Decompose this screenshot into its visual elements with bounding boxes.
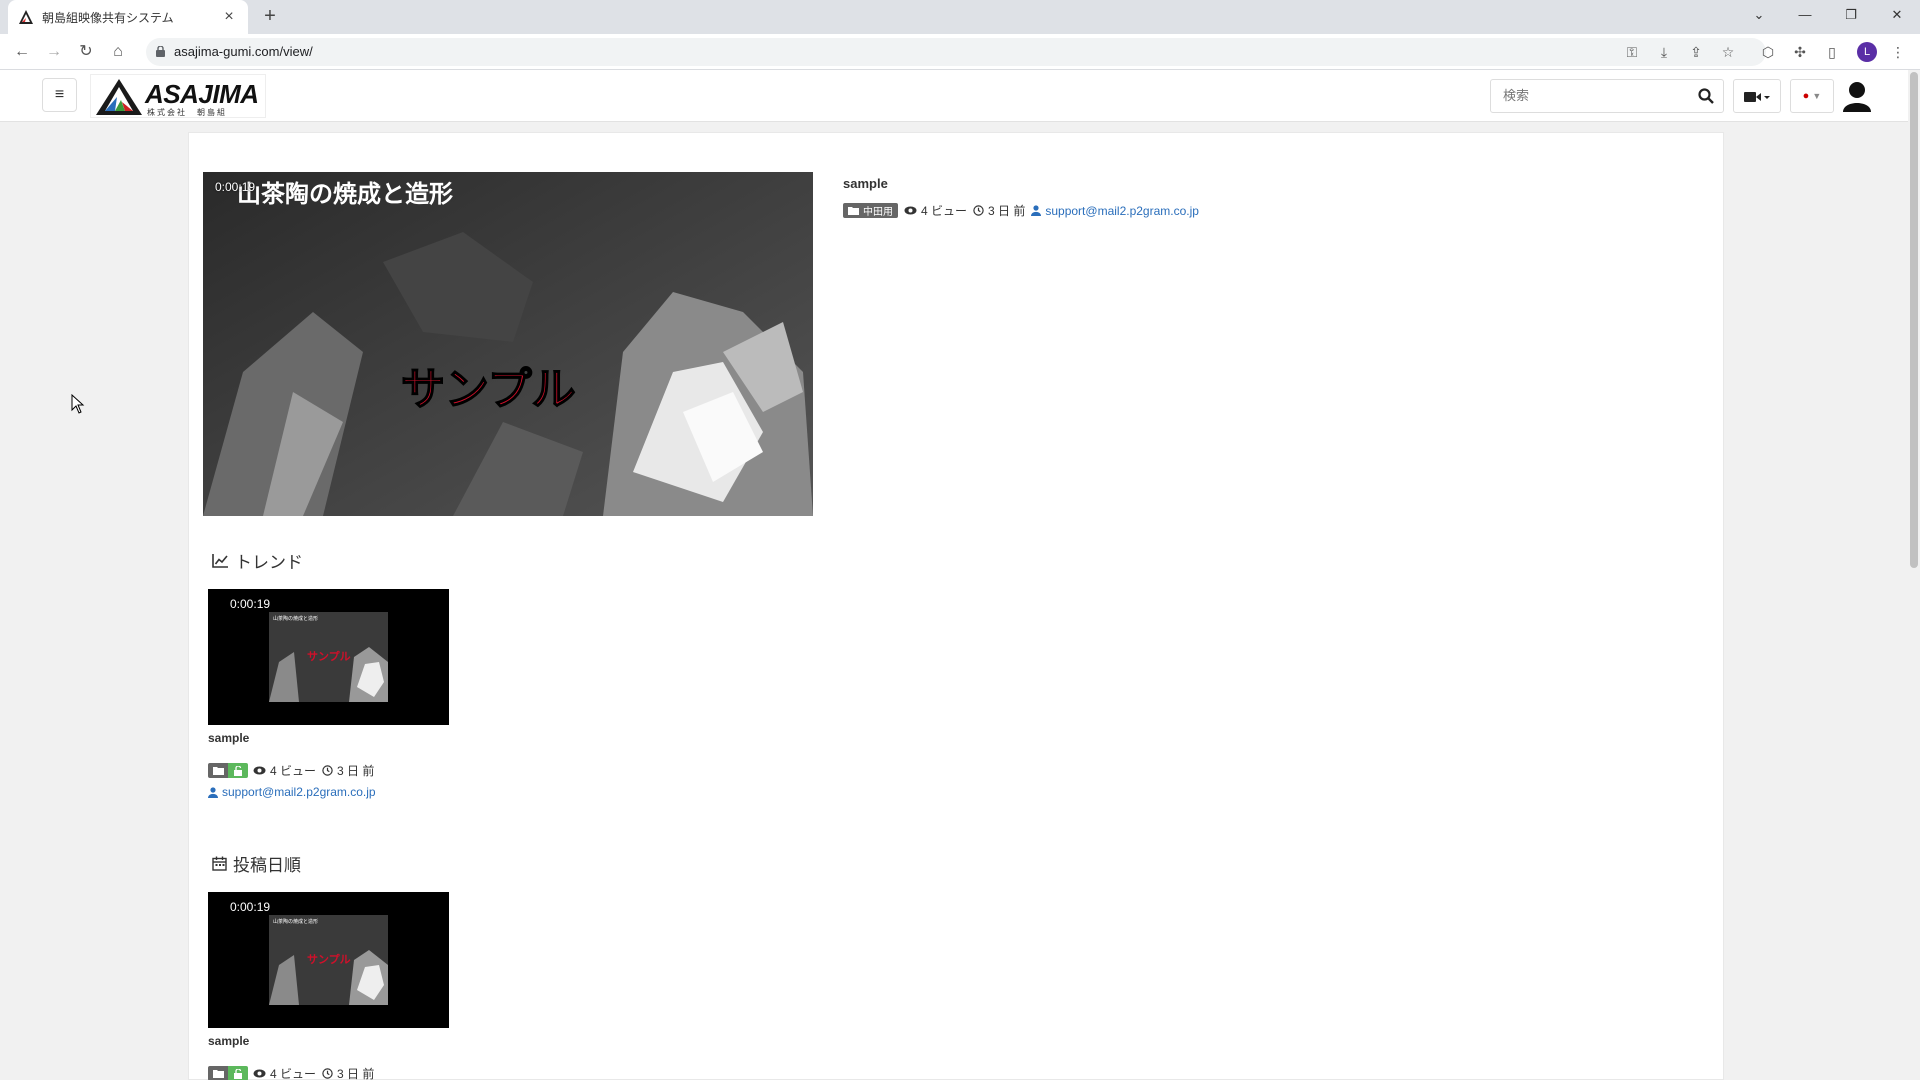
tab-close-icon[interactable]: × — [220, 8, 238, 26]
status-badges — [208, 763, 248, 778]
upload-age: 3 日 前 — [337, 1067, 375, 1080]
upload-age: 3 日 前 — [337, 764, 375, 778]
recent-video-thumbnail[interactable]: 0:00:19 山茶陶の焼成と造形 サンプル — [208, 892, 449, 1028]
category-label: 中田用 — [863, 207, 893, 218]
browser-menu-icon[interactable]: ⋮ — [1888, 41, 1908, 63]
svg-text:山茶陶の焼成と造形: 山茶陶の焼成と造形 — [273, 615, 318, 622]
eye-icon — [253, 1069, 266, 1078]
unlock-badge-icon — [228, 763, 248, 778]
category-badge[interactable]: 中田用 — [843, 203, 898, 218]
folder-badge-icon[interactable] — [208, 763, 228, 778]
home-icon[interactable]: ⌂ — [106, 40, 130, 64]
extension-shield-icon[interactable]: ⬡ — [1758, 41, 1778, 63]
minimize-icon[interactable]: — — [1782, 0, 1828, 30]
clock-icon — [322, 765, 333, 776]
share-icon[interactable]: ⇪ — [1686, 41, 1706, 63]
recent-heading-text: 投稿日順 — [233, 856, 301, 875]
recent-video-title[interactable]: sample — [208, 1034, 249, 1048]
tab-search-icon[interactable]: ⌄ — [1736, 0, 1782, 30]
scrollbar-thumb[interactable] — [1910, 72, 1918, 568]
author-link[interactable]: support@mail2.p2gram.co.jp — [222, 785, 376, 799]
featured-video-meta: 中田用 4 ビュー 3 日 前 support@mail2.p2gram.co.… — [843, 202, 1199, 219]
restore-icon[interactable]: ❐ — [1828, 0, 1874, 30]
new-tab-icon[interactable]: + — [258, 5, 282, 29]
video-upload-dropdown[interactable] — [1733, 79, 1781, 113]
tab-title: 朝島組映像共有システム — [42, 10, 174, 25]
caret-down-icon: ▼ — [1812, 91, 1822, 101]
folder-badge-icon[interactable] — [208, 1066, 228, 1080]
status-badges — [208, 1066, 248, 1080]
featured-video-thumbnail[interactable]: 山茶陶の焼成と造形 サンプル 0:00:19 — [203, 172, 813, 516]
trend-video-thumbnail[interactable]: 0:00:19 山茶陶の焼成と造形 サンプル — [208, 589, 449, 725]
trend-video-meta: 4 ビュー 3 日 前 — [208, 762, 374, 779]
install-icon[interactable]: ⤓ — [1654, 41, 1674, 63]
language-dropdown[interactable]: ● ▼ — [1790, 79, 1834, 113]
forward-icon[interactable]: → — [42, 40, 66, 64]
svg-text:サンプル: サンプル — [307, 952, 351, 966]
clock-icon — [973, 205, 984, 216]
trend-section-heading: トレンド — [212, 548, 303, 573]
featured-video-title[interactable]: sample — [843, 176, 888, 191]
folder-icon — [848, 207, 859, 215]
recent-video-meta: 4 ビュー 3 日 前 — [208, 1065, 374, 1080]
browser-tab[interactable]: 朝島組映像共有システム × — [8, 0, 248, 34]
svg-text:山茶陶の焼成と造形: 山茶陶の焼成と造形 — [273, 918, 318, 925]
bookmark-star-icon[interactable]: ☆ — [1718, 41, 1738, 63]
line-chart-icon — [212, 554, 228, 568]
user-icon — [208, 786, 218, 798]
asajima-favicon-icon — [19, 10, 33, 24]
user-account-icon[interactable] — [1842, 80, 1872, 112]
trend-heading-text: トレンド — [235, 553, 303, 572]
video-still-image: 山茶陶の焼成と造形 サンプル — [203, 172, 813, 516]
search-icon[interactable] — [1697, 87, 1715, 105]
close-window-icon[interactable]: ✕ — [1874, 0, 1920, 30]
duration-badge: 0:00:19 — [215, 180, 256, 194]
search-box[interactable] — [1490, 79, 1724, 113]
mouse-cursor-icon — [71, 394, 85, 414]
site-logo[interactable]: ASAJIMA 株式会社 朝島組 — [90, 74, 266, 118]
trend-video-author: support@mail2.p2gram.co.jp — [208, 785, 376, 799]
duration-badge: 0:00:19 — [230, 900, 271, 914]
asajima-mountain-logo-icon — [96, 79, 142, 115]
key-icon[interactable]: ⚿ — [1622, 41, 1642, 63]
browser-toolbar: ← → ↻ ⌂ asajima-gumi.com/view/ ⚿ ⤓ ⇪ ☆ ⬡… — [0, 34, 1920, 70]
profile-avatar[interactable]: L — [1857, 42, 1877, 62]
lock-icon — [156, 46, 165, 57]
eye-icon — [253, 766, 266, 775]
upload-age: 3 日 前 — [988, 204, 1026, 218]
clock-icon — [322, 1068, 333, 1079]
page-scrollbar[interactable] — [1908, 70, 1920, 1080]
duration-badge: 0:00:19 — [230, 597, 271, 611]
view-count: 4 ビュー — [921, 204, 968, 218]
extensions-puzzle-icon[interactable]: ✣ — [1790, 41, 1810, 63]
hamburger-menu-icon[interactable]: ≡ — [42, 78, 77, 112]
user-icon — [1031, 205, 1042, 216]
thumbnail-still-image: 山茶陶の焼成と造形 サンプル — [269, 612, 388, 702]
unlock-badge-icon — [228, 1066, 248, 1080]
logo-text: ASAJIMA — [145, 79, 259, 109]
japan-flag-icon: ● — [1802, 90, 1810, 102]
author-link[interactable]: support@mail2.p2gram.co.jp — [1045, 204, 1199, 218]
view-count: 4 ビュー — [270, 1067, 317, 1080]
search-input[interactable] — [1503, 88, 1683, 103]
calendar-icon — [212, 856, 227, 871]
view-count: 4 ビュー — [270, 764, 317, 778]
reload-icon[interactable]: ↻ — [74, 40, 98, 64]
sample-watermark: サンプル — [401, 364, 576, 415]
url-text: asajima-gumi.com/view/ — [174, 44, 313, 59]
browser-tabstrip: 朝島組映像共有システム × + ⌄ — ❐ ✕ — [0, 0, 1920, 34]
eye-icon — [904, 206, 917, 215]
trend-video-title[interactable]: sample — [208, 731, 249, 745]
recent-section-heading: 投稿日順 — [212, 851, 301, 876]
svg-text:サンプル: サンプル — [307, 649, 351, 663]
video-camera-icon — [1744, 91, 1770, 102]
thumbnail-still-image: 山茶陶の焼成と造形 サンプル — [269, 915, 388, 1005]
logo-subtitle: 株式会社 朝島組 — [147, 108, 227, 117]
site-navbar: ≡ ASAJIMA 株式会社 朝島組 ● ▼ — [0, 70, 1908, 122]
address-bar[interactable]: asajima-gumi.com/view/ — [146, 38, 1766, 66]
back-icon[interactable]: ← — [10, 40, 34, 64]
side-panel-icon[interactable]: ▯ — [1822, 41, 1842, 63]
